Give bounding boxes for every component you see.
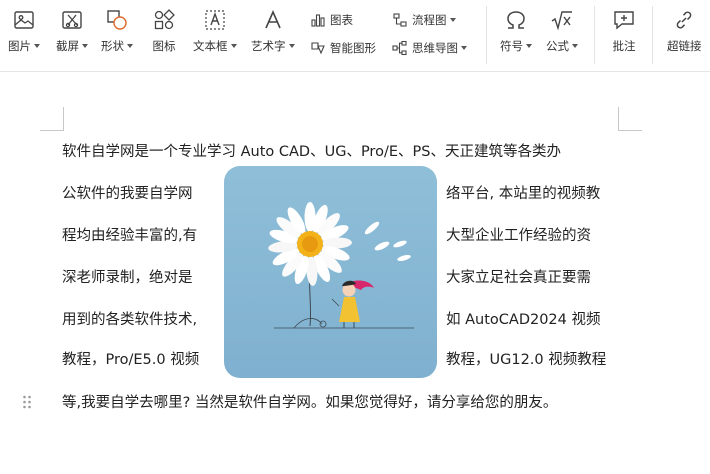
chevron-down-icon: [526, 44, 532, 48]
ribbon-divider: [486, 6, 487, 64]
textbox-label: 文本框: [193, 39, 228, 53]
chevron-down-icon: [572, 44, 578, 48]
drag-dots-icon: [23, 395, 31, 409]
textbox-button[interactable]: 文本框: [193, 8, 237, 54]
doc-line-3: 程均由经验丰富的,有 大型企业工作经验的资: [62, 226, 591, 246]
smartart-icon: [311, 42, 325, 55]
hyperlink-label: 超链接: [667, 39, 702, 53]
wordart-label: 艺术字: [251, 39, 286, 53]
doc-line-6: 教程，Pro/E5.0 视频 教程，UG12.0 视频教程: [62, 350, 606, 370]
shape-icon: [107, 10, 127, 30]
chart-button[interactable]: 图表: [310, 12, 353, 28]
chevron-down-icon: [82, 44, 88, 48]
icon-library-icon: [154, 9, 175, 30]
smartart-label: 智能图形: [330, 41, 376, 55]
smartart-button[interactable]: 智能图形: [310, 40, 376, 56]
doc-line-2-right: 络平台, 本站里的视频教: [446, 186, 601, 202]
doc-line-4-left: 深老师录制，绝对是: [62, 270, 193, 286]
formula-icon: [551, 11, 572, 31]
doc-line-2-left: 公软件的我要自学网: [62, 186, 193, 202]
doc-line-5-right: 如 AutoCAD2024 视频: [446, 312, 601, 328]
chevron-down-icon: [288, 44, 295, 48]
paragraph-drag-handle[interactable]: [22, 394, 32, 414]
flowchart-label: 流程图: [412, 13, 447, 27]
chevron-down-icon: [230, 44, 237, 48]
symbol-button[interactable]: 符号: [500, 8, 532, 54]
doc-line-5-left: 用到的各类软件技术,: [62, 312, 198, 328]
mindmap-label: 思维导图: [412, 41, 458, 55]
icon-library-label: 图标: [152, 39, 176, 53]
symbol-label: 符号: [500, 39, 523, 53]
chevron-down-icon: [461, 46, 467, 50]
doc-line-4-right: 大家立足社会真正要需: [446, 270, 591, 286]
inserted-picture[interactable]: [224, 166, 437, 378]
screenshot-icon: [62, 11, 82, 29]
chevron-down-icon: [127, 44, 133, 48]
formula-button[interactable]: 公式: [546, 8, 578, 54]
insert-ribbon: 图片 截屏 形状 图标 文本框 艺术字 图表 智能图形 流程图 思维导图 符号 …: [0, 0, 710, 72]
icon-library-button[interactable]: 图标: [152, 8, 176, 54]
margin-corner-top-left: [40, 107, 64, 131]
daisy-girl-illustration: [224, 166, 437, 378]
doc-line-3-right: 大型企业工作经验的资: [446, 228, 591, 244]
doc-line-5: 用到的各类软件技术, 如 AutoCAD2024 视频: [62, 310, 601, 330]
formula-label: 公式: [546, 39, 569, 53]
picture-icon: [14, 11, 34, 29]
chevron-down-icon: [34, 44, 40, 48]
ribbon-divider: [652, 6, 653, 64]
chart-icon: [311, 14, 325, 27]
flowchart-icon: [393, 13, 407, 27]
doc-line-7: 等,我要自学去哪里? 当然是软件自学网。如果您觉得好，请分享给您的朋友。: [62, 395, 558, 411]
comment-button[interactable]: 批注: [612, 8, 636, 54]
ribbon-divider: [594, 6, 595, 64]
mindmap-button[interactable]: 思维导图: [392, 40, 467, 56]
wordart-icon: [265, 10, 281, 29]
comment-icon: [614, 11, 634, 30]
chart-label: 图表: [330, 13, 353, 27]
doc-line-3-left: 程均由经验丰富的,有: [62, 228, 198, 244]
screenshot-button[interactable]: 截屏: [56, 8, 88, 54]
mindmap-icon: [392, 40, 407, 56]
doc-line-2: 公软件的我要自学网 络平台, 本站里的视频教: [62, 184, 600, 204]
textbox-icon: [205, 10, 225, 30]
margin-corner-top-right: [618, 107, 642, 131]
picture-button[interactable]: 图片: [8, 8, 40, 54]
doc-line-1: 软件自学网是一个专业学习 Auto CAD、UG、Pro/E、PS、天正建筑等各…: [62, 144, 561, 160]
wordart-button[interactable]: 艺术字: [251, 8, 295, 54]
shape-label: 形状: [101, 39, 124, 53]
link-icon: [676, 11, 692, 29]
hyperlink-button[interactable]: 超链接: [667, 8, 702, 54]
doc-line-6-right: 教程，UG12.0 视频教程: [446, 352, 607, 368]
shape-button[interactable]: 形状: [101, 8, 133, 54]
doc-line-6-left: 教程，Pro/E5.0 视频: [62, 352, 200, 368]
comment-label: 批注: [612, 39, 636, 53]
omega-icon: [507, 11, 525, 29]
doc-line-4: 深老师录制，绝对是 大家立足社会真正要需: [62, 268, 591, 288]
screenshot-label: 截屏: [56, 39, 79, 53]
picture-label: 图片: [8, 39, 31, 53]
chevron-down-icon: [449, 18, 456, 22]
flowchart-button[interactable]: 流程图: [392, 12, 456, 28]
